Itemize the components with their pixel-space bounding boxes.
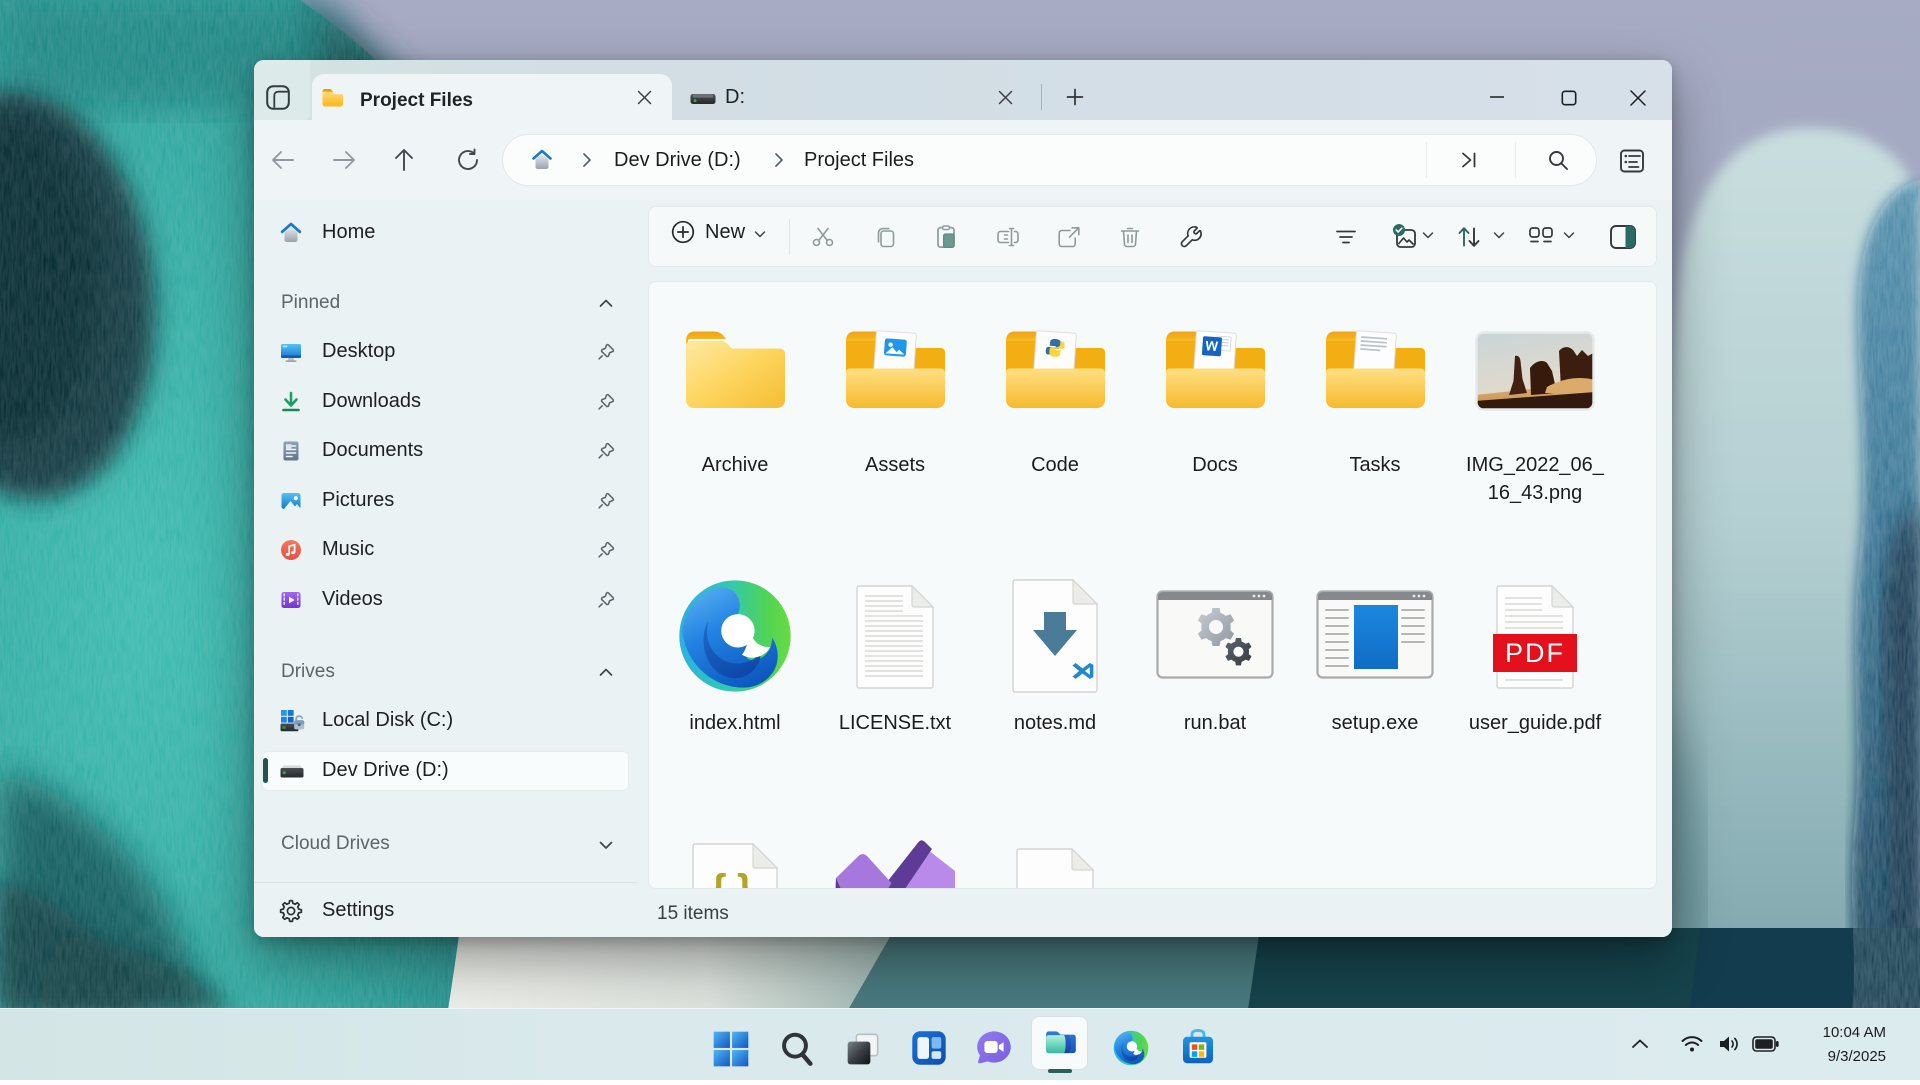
svg-text:PDF: PDF — [1505, 638, 1565, 668]
svg-text:}: } — [737, 867, 753, 889]
svg-text:{: { — [711, 867, 727, 889]
